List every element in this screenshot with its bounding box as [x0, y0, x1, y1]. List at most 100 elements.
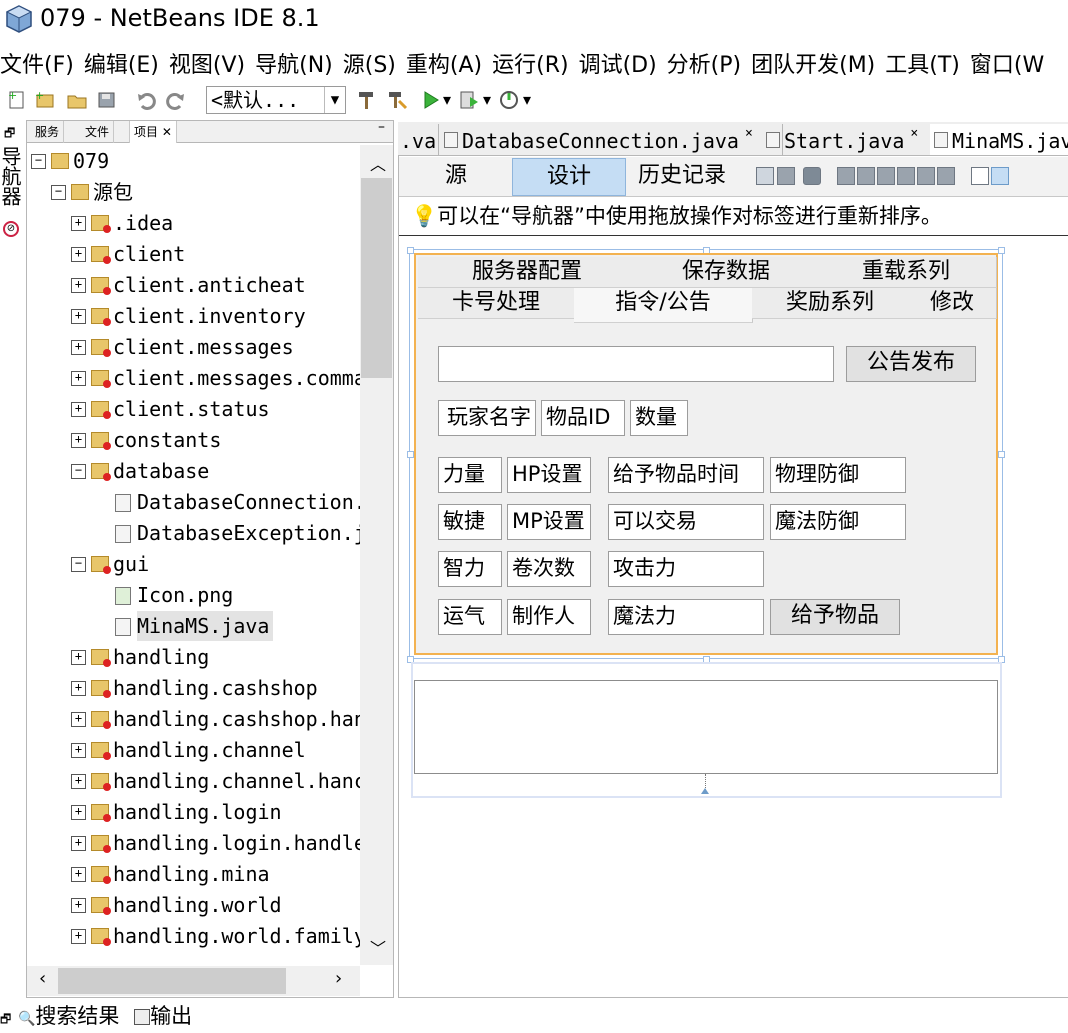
chevron-down-icon[interactable]: ▼ [324, 87, 345, 113]
tree-node[interactable]: + handling [27, 642, 360, 672]
menu-view[interactable]: 视图(V) [169, 48, 245, 84]
undo-icon[interactable] [136, 89, 158, 111]
tree-node[interactable]: + handling.login [27, 797, 360, 827]
collapse-icon[interactable]: − [71, 464, 86, 479]
debug-dropdown-icon[interactable]: ▾ [482, 89, 492, 111]
menu-refactor[interactable]: 重构(A) [406, 48, 482, 84]
profile-dropdown-icon[interactable]: ▾ [522, 89, 532, 111]
tab-files[interactable]: 文件 [81, 121, 115, 143]
selection-mode-icon[interactable] [756, 167, 774, 185]
menu-navigate[interactable]: 导航(N) [255, 48, 333, 84]
restore-window-icon[interactable]: 🗗 [4, 124, 15, 145]
expand-icon[interactable]: + [71, 929, 86, 944]
tab-modify[interactable]: 修改 [908, 288, 997, 319]
editor-tab-truncated[interactable]: .va [400, 124, 439, 155]
tree-node[interactable]: − 源包 [27, 177, 360, 207]
intelligence-field[interactable]: 智力 [438, 551, 502, 587]
expand-icon[interactable]: + [71, 340, 86, 355]
scroll-up-icon[interactable]: ︿ [370, 151, 386, 175]
menu-run[interactable]: 运行(R) [492, 48, 568, 84]
search-results-tab[interactable]: 搜索结果 [35, 1004, 119, 1028]
expand-icon[interactable]: + [71, 216, 86, 231]
editor-tab-minams[interactable]: MinaMS.jav [930, 124, 1068, 155]
tree-node[interactable]: + client.status [27, 394, 360, 424]
expand-icon[interactable]: + [71, 650, 86, 665]
tree-node[interactable]: + handling.cashshop.han [27, 704, 360, 734]
connection-mode-icon[interactable] [777, 167, 795, 185]
expand-icon[interactable]: + [71, 247, 86, 262]
tab-source[interactable]: 源 [413, 158, 499, 194]
tab-server-config[interactable]: 服务器配置 [418, 257, 637, 288]
expand-icon[interactable]: + [71, 433, 86, 448]
expand-icon[interactable]: + [71, 867, 86, 882]
collapse-icon[interactable]: − [31, 154, 46, 169]
menu-file[interactable]: 文件(F) [0, 48, 74, 84]
tab-save-data[interactable]: 保存数据 [636, 257, 817, 288]
editor-tab-start[interactable]: Start.java × [762, 124, 951, 155]
scroll-left-icon[interactable]: ‹ [39, 968, 46, 989]
expand-icon[interactable]: + [71, 836, 86, 851]
tab-history[interactable]: 历史记录 [627, 158, 737, 194]
expand-icon[interactable]: + [71, 402, 86, 417]
scroll-down-icon[interactable]: ﹀ [370, 935, 386, 959]
expand-icon[interactable]: + [71, 681, 86, 696]
player-name-field[interactable]: 玩家名字 [438, 400, 536, 436]
run-dropdown-icon[interactable]: ▾ [442, 89, 452, 111]
tree-node[interactable]: + client [27, 239, 360, 269]
output-textarea[interactable] [414, 680, 998, 774]
horizontal-resize-icon[interactable] [971, 167, 989, 185]
creator-field[interactable]: 制作人 [507, 599, 591, 635]
clean-build-icon[interactable] [386, 89, 408, 111]
tree-node[interactable]: + handling.world [27, 890, 360, 920]
profile-icon[interactable] [498, 89, 520, 111]
tree-node[interactable]: + handling.login.handle [27, 828, 360, 858]
expand-icon[interactable]: + [71, 743, 86, 758]
new-project-icon[interactable]: + [34, 89, 56, 111]
expand-icon[interactable]: + [71, 309, 86, 324]
magic-defense-field[interactable]: 魔法防御 [770, 504, 906, 540]
expand-icon[interactable]: + [71, 898, 86, 913]
attack-field[interactable]: 攻击力 [608, 551, 764, 587]
navigator-tab[interactable]: 导航器 [0, 146, 22, 206]
resize-handle[interactable] [998, 451, 1005, 458]
minimize-panel-button[interactable]: – [378, 119, 385, 135]
tab-design[interactable]: 设计 [512, 158, 626, 196]
tree-node[interactable]: + handling.world.family [27, 921, 360, 951]
align-right-icon[interactable] [857, 167, 875, 185]
close-icon[interactable]: × [745, 126, 753, 141]
save-all-icon[interactable] [96, 89, 118, 111]
mp-setting-field[interactable]: MP设置 [507, 504, 591, 540]
hp-setting-field[interactable]: HP设置 [507, 457, 591, 493]
give-item-button[interactable]: 给予物品 [770, 599, 900, 635]
center-horizontal-icon[interactable] [877, 167, 895, 185]
close-icon[interactable]: × [910, 126, 918, 141]
build-hammer-icon[interactable] [356, 89, 378, 111]
resize-handle[interactable] [407, 247, 414, 254]
tree-node[interactable]: DatabaseException.j [27, 518, 360, 548]
run-icon[interactable] [420, 89, 442, 111]
vertical-resize-icon[interactable] [991, 167, 1009, 185]
item-id-field[interactable]: 物品ID [541, 400, 625, 436]
menu-window[interactable]: 窗口(W [970, 48, 1044, 84]
tree-node[interactable]: + client.messages [27, 332, 360, 362]
tree-node[interactable]: + client.inventory [27, 301, 360, 331]
collapse-icon[interactable]: − [71, 557, 86, 572]
quantity-field[interactable]: 数量 [630, 400, 688, 436]
tree-node[interactable]: MinaMS.java [27, 611, 360, 641]
close-icon[interactable]: ✕ [162, 125, 172, 139]
tab-command-announce[interactable]: 指令/公告 [574, 288, 753, 323]
tree-node[interactable]: + handling.channel [27, 735, 360, 765]
tab-services[interactable]: 服务 [31, 121, 65, 143]
new-file-icon[interactable]: + [6, 89, 28, 111]
redo-icon[interactable] [164, 89, 186, 111]
tree-node[interactable]: + handling.mina [27, 859, 360, 889]
tree-node[interactable]: + client.messages.comma [27, 363, 360, 393]
scroll-right-icon[interactable]: › [335, 968, 342, 989]
scroll-count-field[interactable]: 卷次数 [507, 551, 591, 587]
expand-icon[interactable]: + [71, 371, 86, 386]
align-left-icon[interactable] [837, 167, 855, 185]
tree-node[interactable]: − database [27, 456, 360, 486]
align-top-icon[interactable] [897, 167, 915, 185]
editor-tab-databaseconnection[interactable]: DatabaseConnection.java × [440, 124, 783, 155]
expand-icon[interactable]: + [71, 278, 86, 293]
